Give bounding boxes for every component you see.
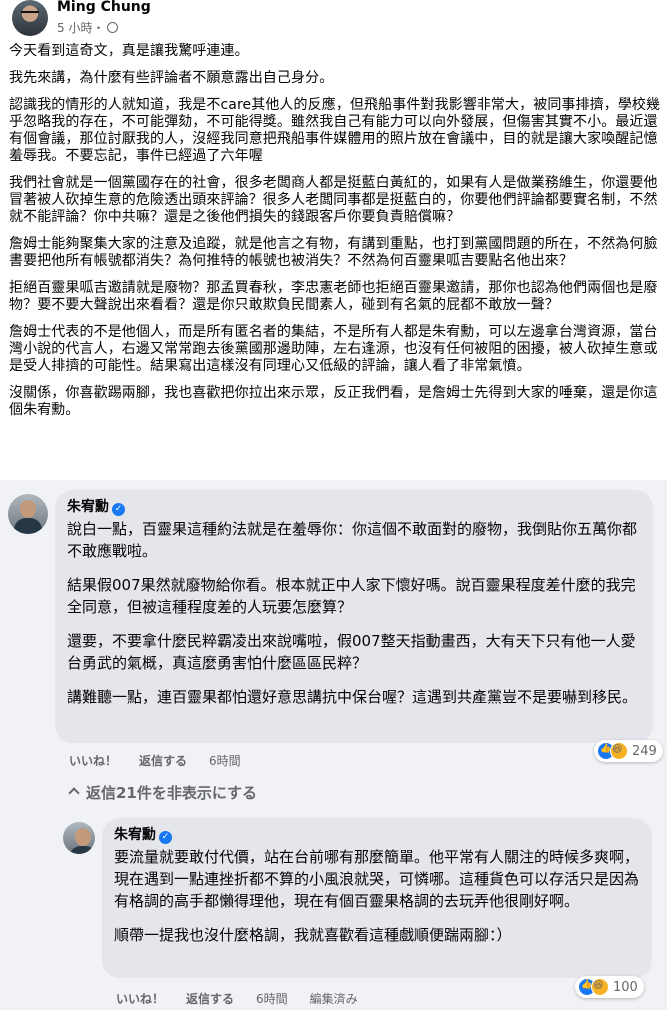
verified-badge-icon: ✓ (159, 831, 172, 844)
chevron-up-icon (68, 787, 80, 799)
reply-reply-button[interactable]: 返信する (186, 990, 234, 1007)
post-timestamp[interactable]: 5 小時・ (57, 19, 119, 36)
commenter-name-text[interactable]: 朱宥勳 (67, 499, 109, 515)
post-body: 今天看到這奇文，真是讓我驚呼連連。 我先來講，為什麼有些評論者不願意露出自己身分… (9, 43, 661, 429)
globe-icon (107, 22, 119, 33)
comment-actions: いいね！ 返信する 6時間 (69, 752, 263, 769)
post-paragraph: 沒關係，你喜歡踢兩腳，我也喜歡把你拉出來示眾，反正我們看，是詹姆士先得到大家的唾… (9, 385, 658, 418)
author-name[interactable]: Ming Chung (57, 0, 151, 15)
reply-button[interactable]: 返信する (139, 752, 187, 769)
verified-badge-icon: ✓ (112, 503, 125, 516)
reply-like-button[interactable]: いいね！ (116, 990, 164, 1007)
reply-author-name-text[interactable]: 朱宥勳 (114, 827, 156, 843)
reply-reaction-summary[interactable]: 100 (575, 976, 644, 998)
commenter-avatar[interactable] (8, 494, 48, 534)
hide-replies-label[interactable]: 返信21件を非表示にする (86, 784, 257, 802)
reply-time[interactable]: 6時間 (256, 990, 288, 1007)
author-avatar[interactable] (12, 0, 48, 36)
reaction-summary[interactable]: 249 (594, 740, 663, 762)
reply-author-name[interactable]: 朱宥勳 ✓ (114, 826, 640, 844)
haha-reaction-icon (591, 978, 609, 996)
comment-paragraph: 講難聽一點，連百靈果都怕還好意思講抗中保台喔？這遇到共產黨豈不是要嚇到移民。 (67, 688, 638, 706)
post-time-text[interactable]: 5 小時・ (57, 21, 104, 35)
commenter-name[interactable]: 朱宥勳 ✓ (67, 498, 641, 516)
comment-section: 朱宥勳 ✓ 說白一點，百靈果這種約法就是在羞辱你：你這個不敢面對的廢物，我倒貼你五… (0, 480, 667, 1010)
post-paragraph: 詹姆士能夠聚集大家的注意及追蹤，就是他言之有物，有講到重點，也打到黨國問題的所在… (9, 236, 658, 269)
post-paragraph: 我們社會就是一個黨國存在的社會，很多老闆商人都是挺藍白黃紅的，如果有人是做業務維… (9, 175, 658, 225)
hide-replies-button[interactable]: 返信21件を非表示にする (68, 782, 257, 803)
reply-avatar[interactable] (63, 822, 95, 854)
edited-label[interactable]: 編集済み (310, 990, 358, 1007)
post-paragraph: 拒絕百靈果呱吉邀請就是廢物？那孟買春秋，李忠憲老師也拒絕百靈果邀請，那你也認為他… (9, 280, 658, 313)
post-paragraph: 詹姆士代表的不是他個人，而是所有匿名者的集結，不是所有人都是朱宥勳，可以左邊拿台… (9, 324, 658, 374)
reply-paragraph: 要流量就要敢付代價，站在台前哪有那麼簡單。他平常有人關注的時候多爽啊，現在遇到一… (114, 848, 640, 910)
reply-reaction-count: 100 (613, 979, 638, 995)
post-header: Ming Chung 5 小時・ (0, 0, 667, 40)
post-paragraph: 今天看到這奇文，真是讓我驚呼連連。 (9, 43, 249, 59)
reaction-count: 249 (632, 743, 657, 759)
post-paragraph: 我先來講，為什麼有些評論者不願意露出自己身分。 (9, 70, 334, 86)
comment-bubble: 朱宥勳 ✓ 說白一點，百靈果這種約法就是在羞辱你：你這個不敢面對的廢物，我倒貼你五… (55, 490, 653, 743)
comment-paragraph: 說白一點，百靈果這種約法就是在羞辱你：你這個不敢面對的廢物，我倒貼你五萬你都不敢… (67, 520, 638, 560)
comment-paragraph: 結果假007果然就廢物給你看。根本就正中人家下懷好嗎。說百靈果程度差什麼的我完全… (67, 576, 636, 616)
comment-paragraph: 還要，不要拿什麼民粹霸凌出來說嘴啦，假007整天指動畫西，大有天下只有他一人愛台… (67, 632, 636, 672)
reply-actions: いいね！ 返信する 6時間 編集済み (116, 990, 380, 1007)
reply-paragraph: 順帶一提我也沒什麼格調，我就喜歡看這種戲順便踹兩腳：） (114, 926, 512, 944)
like-button[interactable]: いいね！ (69, 752, 117, 769)
comment-time[interactable]: 6時間 (209, 752, 241, 769)
haha-reaction-icon (610, 742, 628, 760)
reply-bubble: 朱宥勳 ✓ 要流量就要敢付代價，站在台前哪有那麼簡單。他平常有人關注的時候多爽啊，… (102, 818, 652, 978)
post-paragraph: 認識我的情形的人就知道，我是不care其他人的反應，但飛船事件對我影響非常大，被… (9, 97, 661, 164)
